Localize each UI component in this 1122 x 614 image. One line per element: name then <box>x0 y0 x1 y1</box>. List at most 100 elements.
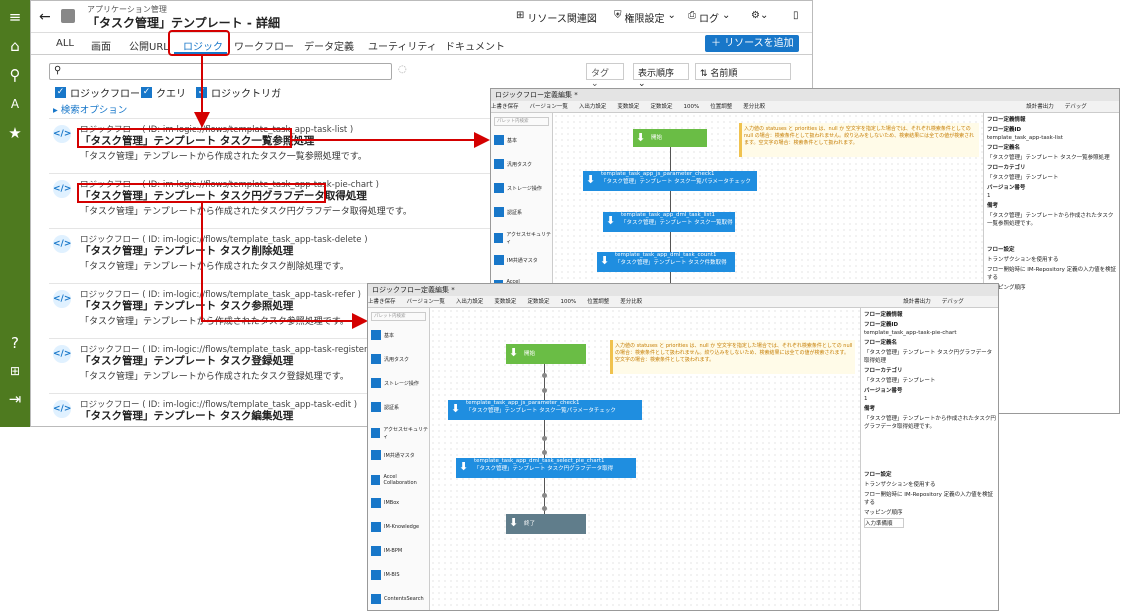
palette-search[interactable]: パレット内検索 <box>371 312 426 321</box>
task-node[interactable]: ⬇ template_task_app_js_parameter_check1 「タ… <box>583 171 757 191</box>
chat-icon[interactable]: ◌ <box>398 64 407 75</box>
palette-item[interactable]: IM共通マスタ <box>494 255 538 265</box>
vars-button[interactable]: 変数設定 <box>494 299 516 305</box>
sort-select[interactable]: ⇅ 名前順 <box>695 63 791 80</box>
palette-search[interactable]: パレット内検索 <box>494 117 549 126</box>
palette-item[interactable]: IM-Knowledge <box>371 522 419 532</box>
edge-point <box>542 450 547 455</box>
display-order-select[interactable]: 表示順序 ⌄ <box>633 63 689 89</box>
checkbox-query[interactable]: ✓ クエリ <box>141 85 186 100</box>
palette-item[interactable]: IM共通マスタ <box>371 450 415 460</box>
printer-icon: ⎙ <box>688 10 696 21</box>
pos-button[interactable]: 位置調整 <box>587 299 609 305</box>
palette-item[interactable]: アクセスセキュリティ <box>371 426 429 440</box>
palette-item[interactable]: ストレージ操作 <box>494 183 542 193</box>
palette-item[interactable]: IM-BIS <box>371 570 400 580</box>
palette-item[interactable]: 基本 <box>371 330 394 340</box>
star-icon[interactable]: ★ <box>6 124 24 142</box>
consts-button[interactable]: 定数設定 <box>650 104 672 110</box>
tag-filter[interactable]: タグ ⌄ <box>586 63 624 89</box>
logout-icon[interactable]: ⇥ <box>6 390 24 408</box>
permission-button[interactable]: ⛨ 権限設定 ⌄ <box>614 10 676 25</box>
design-doc-button[interactable]: 設計書出力 <box>1026 104 1054 110</box>
help-icon[interactable]: ? <box>6 334 24 352</box>
flow-category-value[interactable]: 「タスク管理」テンプレート <box>864 376 996 384</box>
version-button[interactable]: バージョン一覧 <box>530 104 568 110</box>
checkbox-logic-trigger[interactable]: ✓ ロジックトリガ <box>196 85 281 100</box>
home-icon[interactable]: ⌂ <box>6 37 24 55</box>
palette-item[interactable]: 認証系 <box>371 402 399 412</box>
tab-all[interactable]: ALL <box>56 38 74 49</box>
zoom-level[interactable]: 100% <box>560 299 576 305</box>
palette-item[interactable]: ストレージ操作 <box>371 378 419 388</box>
io-button[interactable]: 入出力設定 <box>456 299 484 305</box>
flow-name-value[interactable]: 「タスク管理」テンプレート タスク一覧参照処理 <box>987 153 1117 161</box>
diff-button[interactable]: 差分比較 <box>620 299 642 305</box>
palette-item[interactable]: ContentsSearch <box>371 594 424 604</box>
search-input[interactable]: ⚲ <box>49 63 392 80</box>
tab-document[interactable]: ドキュメント <box>445 38 505 53</box>
mapping-select[interactable]: 入力準備順 <box>864 518 904 528</box>
palette-item[interactable]: Accel Collaboration <box>371 474 429 486</box>
translate-icon[interactable]: A <box>6 95 24 113</box>
tab-screen[interactable]: 画面 <box>91 38 111 53</box>
version-button[interactable]: バージョン一覧 <box>407 299 445 305</box>
back-arrow-icon[interactable]: ← <box>39 9 51 25</box>
palette-item[interactable]: 基本 <box>494 135 517 145</box>
start-node[interactable]: ⬇ 開始 <box>506 344 586 364</box>
save-button[interactable]: 上書き保存 <box>491 104 519 110</box>
debug-button[interactable]: デバッグ <box>1065 104 1087 110</box>
flow-note-value[interactable]: 「タスク管理」テンプレートから作成されたタスク一覧参照処理です。 <box>987 211 1117 227</box>
task-node[interactable]: ⬇ template_task_app_dml_task_select_pie_c… <box>456 458 636 478</box>
tab-utility[interactable]: ユーティリティ <box>368 38 437 53</box>
start-node[interactable]: ⬇ 開始 <box>633 129 707 147</box>
flow-note[interactable]: 入力値の statuses と priorities は、null か 空文字を… <box>610 340 855 374</box>
debug-button[interactable]: デバッグ <box>942 299 964 305</box>
palette-item[interactable]: 汎用タスク <box>371 354 409 364</box>
flow-canvas[interactable]: ⬇ 開始 ⬇ template_task_app_js_parameter_chec… <box>430 308 860 610</box>
task-node[interactable]: ⬇ template_task_app_dml_task_count1 「タスク管理… <box>597 252 735 272</box>
zoom-level[interactable]: 100% <box>683 104 699 110</box>
validate-checkbox[interactable]: フロー開始時に IM-Repository 定義の入力値を検証する <box>987 265 1117 281</box>
down-arrow-icon: ⬇ <box>509 346 519 359</box>
io-button[interactable]: 入出力設定 <box>579 104 607 110</box>
validate-checkbox[interactable]: フロー開始時に IM-Repository 定義の入力値を検証する <box>864 490 996 506</box>
palette-item[interactable]: アクセスセキュリティ <box>494 231 552 245</box>
flow-note[interactable]: 入力値の statuses と priorities は、null か 空文字を… <box>739 123 979 157</box>
palette-item[interactable]: IMBox <box>371 498 399 508</box>
list-item[interactable]: </> ロジックフロー ( ID: im-logic://flows/templ… <box>53 233 483 283</box>
flow-name-value[interactable]: 「タスク管理」テンプレート タスク円グラフデータ取得処理 <box>864 348 996 364</box>
design-doc-button[interactable]: 設計書出力 <box>903 299 931 305</box>
tab-data-definition[interactable]: データ定義 <box>304 38 354 53</box>
sitemap-icon[interactable]: ⊞ <box>6 362 24 380</box>
search-icon[interactable]: ⚲ <box>6 66 24 84</box>
settings-gear-icon[interactable]: ⚙⌄ <box>751 10 768 21</box>
panel-toggle-icon[interactable]: ▯ <box>793 10 799 21</box>
left-rail: ≡ ⌂ ⚲ A ★ ? ⊞ ⇥ <box>0 0 30 427</box>
flow-note-value[interactable]: 「タスク管理」テンプレートから作成されたタスク円グラフデータ取得処理です。 <box>864 414 996 430</box>
diff-button[interactable]: 差分比較 <box>743 104 765 110</box>
related-button[interactable]: ⊞ リソース関連図 <box>516 10 597 25</box>
transaction-checkbox[interactable]: トランザクションを使用する <box>864 480 996 488</box>
palette-item[interactable]: IM-BPM <box>371 546 402 556</box>
end-node[interactable]: ⬇ 終了 <box>506 514 586 534</box>
task-node[interactable]: ⬇ template_task_app_dml_task_list1 「タスク管理」… <box>603 212 735 232</box>
palette-item[interactable]: 認証系 <box>494 207 522 217</box>
down-arrow-icon: ⬇ <box>509 516 519 529</box>
search-options-link[interactable]: ▸ 検索オプション <box>53 102 127 116</box>
vars-button[interactable]: 変数設定 <box>617 104 639 110</box>
consts-button[interactable]: 定数設定 <box>527 299 549 305</box>
pos-button[interactable]: 位置調整 <box>710 104 732 110</box>
transaction-checkbox[interactable]: トランザクションを使用する <box>987 255 1117 263</box>
checkbox-logic-flow[interactable]: ✓ ロジックフロー <box>55 85 140 100</box>
down-arrow-icon: ⬇ <box>586 173 596 186</box>
tab-public-url[interactable]: 公開URL <box>129 38 169 53</box>
log-button[interactable]: ⎙ ログ ⌄ <box>688 10 730 25</box>
add-resource-button[interactable]: ＋ リソースを追加 ⌄ <box>705 35 799 66</box>
menu-icon[interactable]: ≡ <box>6 8 24 26</box>
tab-workflow[interactable]: ワークフロー <box>234 38 294 53</box>
task-node[interactable]: ⬇ template_task_app_js_parameter_check1 「タ… <box>448 400 642 420</box>
palette-item[interactable]: 汎用タスク <box>494 159 532 169</box>
save-button[interactable]: 上書き保存 <box>368 299 396 305</box>
flow-category-value[interactable]: 「タスク管理」テンプレート <box>987 173 1117 181</box>
